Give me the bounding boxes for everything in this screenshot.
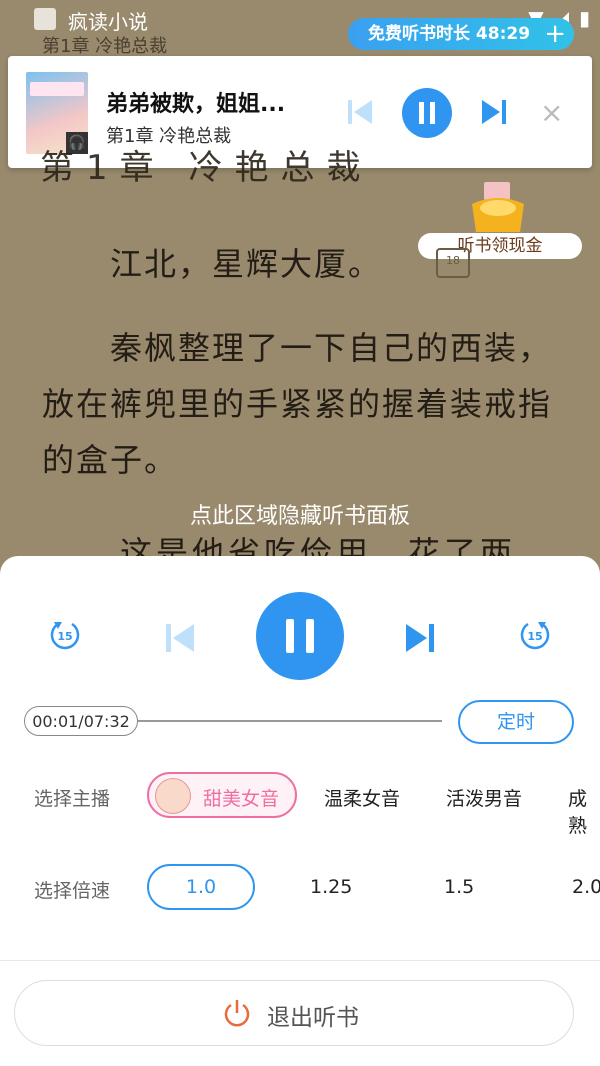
progress-handle[interactable]: 00:01/07:32 [24,706,138,736]
svg-text:15: 15 [57,630,72,643]
timer-button[interactable]: 定时 [458,700,574,744]
pause-button[interactable] [402,88,452,138]
mini-player-title: 弟弟被欺，姐姐... [106,92,286,117]
next-chapter-icon[interactable] [400,618,440,658]
speed-option[interactable]: 1.25 [310,876,352,898]
next-icon[interactable] [476,94,512,130]
progress-bar[interactable] [138,720,442,722]
listen-panel: 15 15 00:01/07:32 定时 选择主播 甜美女音 温柔女音 活泼男音… [0,556,600,1066]
previous-chapter-icon[interactable] [160,618,200,658]
speed-option[interactable]: 1.5 [444,876,474,898]
anchor-label: 选择主播 [34,788,111,810]
anchor-option[interactable]: 温柔女音 [324,784,400,811]
anchor-option[interactable]: 活泼男音 [446,784,522,811]
paragraph-text: 江北，星辉大厦。 [110,245,383,283]
exit-listen-button[interactable]: 退出听书 [14,980,574,1046]
battery-icon: ▮ [578,6,590,30]
paragraph: 秦枫整理了一下自己的西装，放在裤兜里的手紧紧的握着装戒指的盒子。 [42,320,562,488]
forward-15-icon[interactable]: 15 [518,618,552,652]
app-name: 疯读小说 [68,10,148,34]
anchor-avatar [155,778,191,814]
speed-option[interactable]: 2.0 [572,876,600,898]
anchor-option-selected[interactable]: 甜美女音 [147,772,297,818]
exit-listen-label: 退出听书 [267,1005,359,1031]
speed-option-selected[interactable]: 1.0 [147,864,255,910]
anchor-option[interactable]: 成熟 [568,784,600,838]
chapter-ghost-text: 第1章 冷艳总裁 [42,36,168,57]
speed-label: 选择倍速 [34,880,111,902]
play-pause-button[interactable] [256,592,344,680]
chapter-heading: 第1章 冷艳总裁 [40,148,373,188]
anchor-option-label: 甜美女音 [203,788,280,810]
close-icon[interactable]: × [540,96,563,129]
free-listen-time-badge[interactable]: 免费听书时长 48:29 + [348,18,574,50]
app-icon [34,8,56,30]
power-icon [224,1000,250,1027]
paragraph: 江北，星辉大厦。 [42,236,562,292]
previous-icon[interactable] [342,94,378,130]
coin-reward-icon[interactable] [466,180,530,234]
comment-count-icon[interactable]: 18 [436,248,470,278]
paragraph-text: 秦枫整理了一下自己的西装，放在裤兜里的手紧紧的握着装戒指的盒子。 [42,329,553,479]
hide-panel-hint[interactable]: 点此区域隐藏听书面板 [0,498,600,530]
divider [0,960,600,961]
add-time-icon[interactable]: + [544,18,566,50]
status-bar: 疯读小说 第1章 冷艳总裁 ▼ ◢ ▮ 免费听书时长 48:29 + [0,0,600,57]
cover-title-strip [30,82,84,96]
svg-text:15: 15 [527,630,542,643]
rewind-15-icon[interactable]: 15 [48,618,82,652]
free-listen-time-text: 免费听书时长 48:29 [368,24,531,44]
